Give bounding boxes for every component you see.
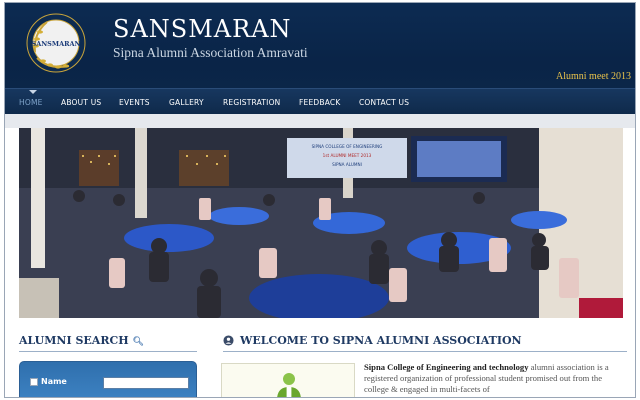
nav-feedback[interactable]: FEEDBACK xyxy=(299,98,340,107)
hero-banner-title: SIPNA COLLEGE OF ENGINEERING xyxy=(312,144,383,149)
nav-events[interactable]: EVENTS xyxy=(119,98,150,107)
site-title[interactable]: SANSMARAN xyxy=(113,15,292,43)
nav-about-us[interactable]: ABOUT US xyxy=(61,98,101,107)
nav-active-caret-icon xyxy=(29,90,37,94)
person-circle-icon xyxy=(223,335,234,346)
logo-text: SANSMARAN xyxy=(32,40,81,48)
nav-contact-us[interactable]: CONTACT US xyxy=(359,98,409,107)
user-avatar-icon xyxy=(277,373,301,397)
alumni-search-title: ALUMNI SEARCH 🔍︎ xyxy=(19,334,144,347)
alumni-search-divider xyxy=(19,351,197,352)
name-filter-checkbox[interactable] xyxy=(30,377,38,386)
alumni-search-title-text: ALUMNI SEARCH xyxy=(19,334,129,347)
welcome-title: WELCOME TO SIPNA ALUMNI ASSOCIATION xyxy=(223,334,522,347)
welcome-image-box xyxy=(221,363,355,397)
welcome-divider xyxy=(223,351,627,352)
welcome-title-text: WELCOME TO SIPNA ALUMNI ASSOCIATION xyxy=(240,334,522,347)
logo-laurel-emblem[interactable]: SANSMARAN xyxy=(25,12,87,74)
search-icon: 🔍︎ xyxy=(132,337,144,347)
hero-banner-line3: SIPNA ALUMNI xyxy=(332,162,362,167)
main-nav: HOME ABOUT US EVENTS GALLERY REGISTRATIO… xyxy=(5,88,635,114)
alumni-search-form: Name xyxy=(19,361,197,397)
hero-banner-line2: 1st ALUMNI MEET 2013 xyxy=(323,153,372,158)
alumni-meet-tagline: Alumni meet 2013 xyxy=(556,71,631,82)
name-label-text: Name xyxy=(41,377,67,386)
site-header: SANSMARAN SANSMARAN Sipna Alumni Associa… xyxy=(5,3,635,88)
nav-spacer xyxy=(5,114,635,128)
hero-event-photo: SIPNA COLLEGE OF ENGINEERING 1st ALUMNI … xyxy=(19,128,623,318)
name-filter-label[interactable]: Name xyxy=(30,377,67,386)
name-search-input[interactable] xyxy=(103,377,189,389)
nav-home[interactable]: HOME xyxy=(19,98,43,107)
nav-registration[interactable]: REGISTRATION xyxy=(223,98,280,107)
site-subtitle: Sipna Alumni Association Amravati xyxy=(113,45,308,60)
page-frame: SANSMARAN SANSMARAN Sipna Alumni Associa… xyxy=(4,2,636,398)
nav-gallery[interactable]: GALLERY xyxy=(169,98,204,107)
intro-college-name: Sipna College of Engineering and technol… xyxy=(364,362,529,372)
welcome-intro-text: Sipna College of Engineering and technol… xyxy=(364,362,626,395)
